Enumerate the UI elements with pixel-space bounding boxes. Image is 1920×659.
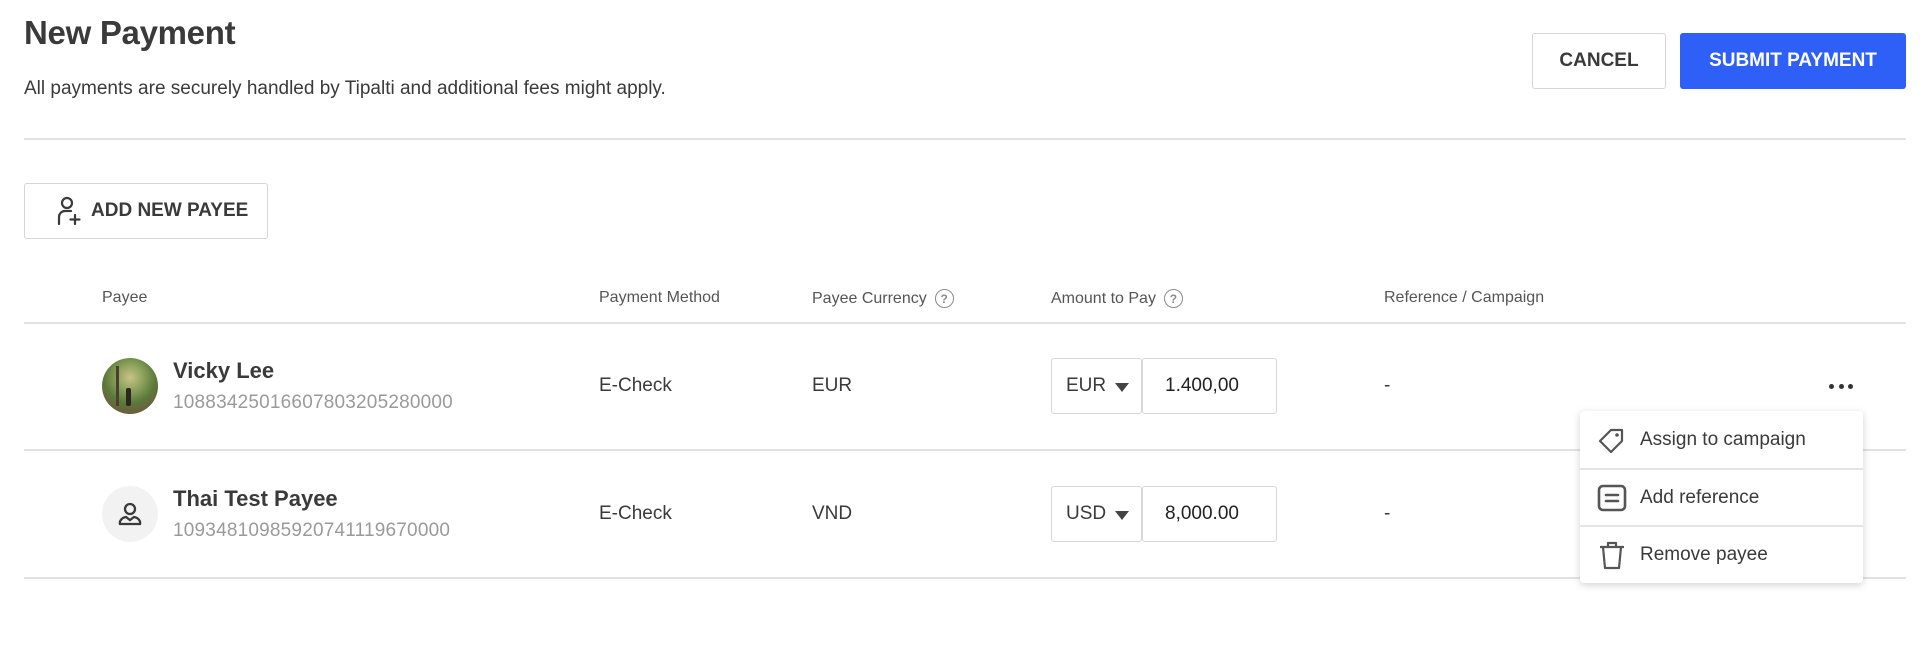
reference-icon (1597, 484, 1627, 511)
payee-currency: EUR (812, 375, 853, 396)
payment-method: E-Check (599, 375, 672, 396)
trash-icon (1600, 541, 1624, 569)
amount-currency-select[interactable]: USD (1051, 486, 1142, 542)
payee-name: Thai Test Payee (173, 486, 338, 511)
add-new-payee-label: ADD NEW PAYEE (91, 200, 249, 221)
amount-currency-value: EUR (1066, 375, 1107, 396)
more-actions-button[interactable] (1826, 376, 1856, 396)
payee-id: 10883425016607803205280000 (173, 392, 453, 413)
user-plus-icon (57, 196, 81, 226)
help-icon[interactable]: ? (934, 289, 954, 308)
payee-currency: VND (812, 503, 853, 524)
amount-input[interactable] (1142, 358, 1277, 414)
column-header-payment-method: Payment Method (599, 289, 720, 307)
avatar-photo-detail (126, 388, 131, 406)
avatar (102, 358, 158, 414)
menu-item-remove-payee[interactable]: Remove payee (1580, 525, 1863, 582)
column-header-label: Payment Method (599, 289, 720, 306)
menu-item-label: Remove payee (1640, 543, 1768, 565)
amount-currency-select[interactable]: EUR (1051, 358, 1142, 414)
column-header-label: Reference / Campaign (1384, 289, 1545, 306)
payment-method: E-Check (599, 503, 672, 524)
dot (1848, 383, 1853, 389)
avatar (102, 486, 158, 542)
caret-down-icon (1115, 511, 1129, 520)
avatar-photo-detail (116, 366, 119, 406)
reference-value: - (1384, 375, 1391, 396)
amount-currency-value: USD (1066, 503, 1107, 524)
payee-id: 10934810985920741119670000 (173, 520, 451, 541)
row-actions-menu: Assign to campaign Add reference Remove … (1580, 411, 1863, 583)
column-header-label: Payee (102, 289, 148, 306)
tag-icon (1598, 428, 1624, 453)
add-new-payee-button[interactable]: ADD NEW PAYEE (24, 183, 268, 239)
column-header-label: Amount to Pay (1051, 289, 1156, 307)
header-divider (24, 138, 1906, 140)
placeholder-user-icon (118, 502, 142, 526)
page-subtitle: All payments are securely handled by Tip… (24, 78, 666, 99)
menu-item-label: Assign to campaign (1640, 428, 1806, 450)
column-header-amount-to-pay: Amount to Pay ? (1051, 289, 1183, 308)
payee-name: Vicky Lee (173, 358, 275, 383)
caret-down-icon (1115, 383, 1129, 392)
column-header-payee-currency: Payee Currency ? (812, 289, 954, 308)
amount-input[interactable] (1142, 486, 1277, 542)
column-header-reference-campaign: Reference / Campaign (1384, 289, 1544, 307)
page-title: New Payment (24, 14, 236, 51)
menu-item-label: Add reference (1640, 486, 1760, 508)
cancel-button[interactable]: CANCEL (1532, 33, 1666, 89)
column-header-payee: Payee (102, 289, 147, 307)
submit-payment-button[interactable]: SUBMIT PAYMENT (1680, 33, 1906, 89)
menu-item-assign-to-campaign[interactable]: Assign to campaign (1580, 411, 1863, 468)
column-header-label: Payee Currency (812, 289, 927, 307)
menu-item-add-reference[interactable]: Add reference (1580, 468, 1863, 525)
reference-value: - (1384, 503, 1391, 524)
table-header-divider (24, 322, 1906, 324)
dot (1838, 383, 1844, 389)
help-icon[interactable]: ? (1163, 289, 1183, 308)
dot (1829, 383, 1834, 389)
